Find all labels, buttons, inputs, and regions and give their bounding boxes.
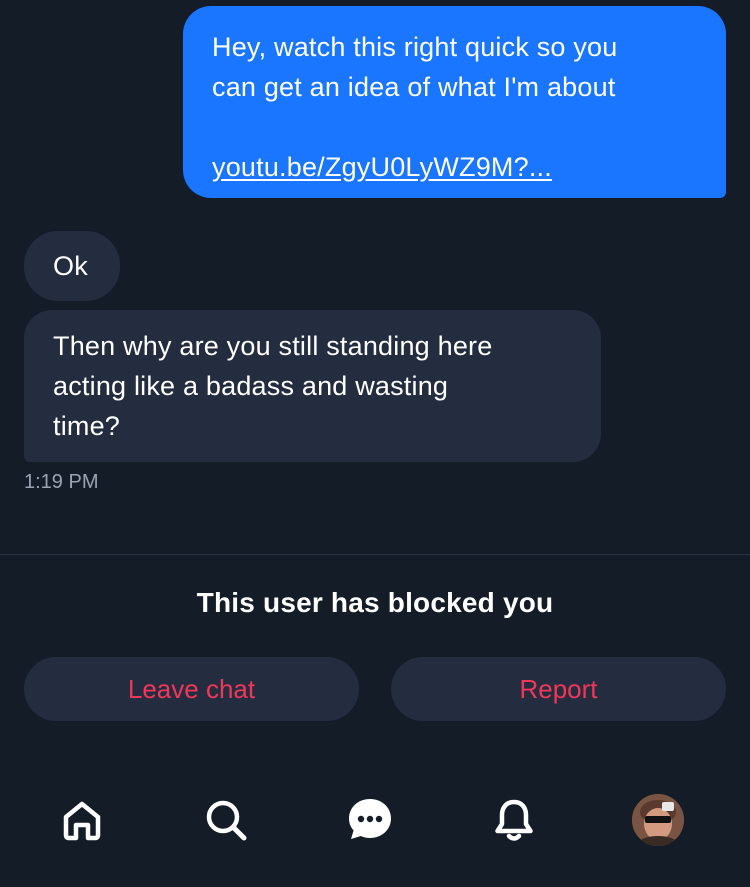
outgoing-message-bubble: Hey, watch this right quick so you can g… bbox=[183, 6, 726, 198]
divider bbox=[0, 554, 750, 555]
message-text-line: acting like a badass and wasting bbox=[53, 371, 449, 401]
tab-search[interactable] bbox=[196, 790, 256, 850]
message-text-line: can get an idea of what I'm about bbox=[212, 72, 616, 102]
tab-messages[interactable] bbox=[340, 790, 400, 850]
tab-notifications[interactable] bbox=[484, 790, 544, 850]
bell-icon bbox=[495, 799, 533, 841]
report-button[interactable]: Report bbox=[391, 657, 726, 721]
home-icon bbox=[63, 801, 101, 841]
message-text-line: time? bbox=[53, 411, 121, 441]
message-text-line: Then why are you still standing here bbox=[53, 331, 493, 361]
tab-home[interactable] bbox=[52, 790, 112, 850]
avatar bbox=[632, 794, 684, 846]
search-icon bbox=[206, 800, 247, 841]
leave-chat-button[interactable]: Leave chat bbox=[24, 657, 359, 721]
blocked-notice: This user has blocked you bbox=[196, 587, 554, 618]
bottom-tab-bar bbox=[0, 770, 750, 870]
youtube-link[interactable]: youtu.be/ZgyU0LyWZ9M?... bbox=[212, 147, 552, 187]
chat-screen: Hey, watch this right quick so you can g… bbox=[0, 0, 750, 887]
tab-profile[interactable] bbox=[628, 790, 688, 850]
message-timestamp: 1:19 PM bbox=[24, 471, 99, 493]
chat-bubble-icon bbox=[349, 799, 391, 839]
message-text-line: Hey, watch this right quick so you bbox=[212, 32, 618, 62]
message-list: Hey, watch this right quick so you can g… bbox=[0, 0, 750, 555]
message-text: Ok bbox=[53, 251, 88, 281]
incoming-message-bubble: Then why are you still standing here act… bbox=[24, 310, 601, 462]
incoming-message-bubble: Ok bbox=[24, 231, 120, 301]
